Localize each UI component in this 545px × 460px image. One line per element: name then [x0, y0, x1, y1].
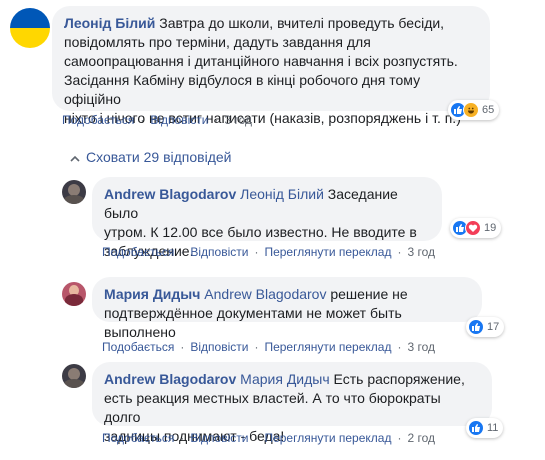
- reply-button[interactable]: Відповісти: [190, 245, 248, 259]
- comment-text-line: повідомлять про терміни, дадуть завдання…: [64, 34, 371, 50]
- reaction-count: 17: [487, 321, 500, 333]
- timestamp[interactable]: 3 год: [224, 113, 252, 127]
- see-translation-button[interactable]: Переглянути переклад: [264, 340, 391, 354]
- reaction-count: 65: [482, 104, 495, 116]
- reaction-summary[interactable]: 19: [450, 218, 502, 238]
- avatar-maria[interactable]: [62, 282, 86, 306]
- avatar-leonid[interactable]: [10, 8, 50, 48]
- reaction-count: 19: [484, 222, 497, 234]
- reply-button[interactable]: Відповісти: [190, 340, 248, 354]
- mention-link[interactable]: Мария Дидыч: [240, 371, 330, 387]
- comment-bubble: Леонід Білий Завтра до школи, вчителі пр…: [52, 6, 490, 126]
- reply-bubble: Andrew Blagodarov Леонід Білий Заседание…: [92, 177, 442, 259]
- see-translation-button[interactable]: Переглянути переклад: [264, 431, 391, 445]
- timestamp[interactable]: 3 год: [407, 340, 435, 354]
- reply-author[interactable]: Мария Дидыч: [104, 286, 200, 302]
- hide-replies-label: Сховати 29 відповідей: [86, 149, 232, 165]
- timestamp[interactable]: 2 год: [407, 431, 435, 445]
- like-icon: [468, 420, 484, 436]
- comment-text-line: Завтра до школи, вчителі проведуть бесід…: [159, 15, 445, 31]
- timestamp[interactable]: 3 год: [407, 245, 435, 259]
- reaction-count: 11: [487, 422, 499, 434]
- reply-text: решение не: [326, 286, 408, 302]
- like-button[interactable]: Подобається: [102, 431, 174, 445]
- mention-link[interactable]: Andrew Blagodarov: [204, 286, 326, 302]
- reply-text-line: подтверждённое документами не может быть…: [104, 305, 402, 340]
- like-button[interactable]: Подобається: [102, 245, 174, 259]
- reaction-summary[interactable]: 65: [448, 100, 500, 120]
- love-icon: [465, 220, 481, 236]
- reply-author[interactable]: Andrew Blagodarov: [104, 371, 236, 387]
- reply-bubble: Andrew Blagodarov Мария Дидыч Есть распо…: [92, 362, 492, 444]
- reply-bubble: Мария Дидыч Andrew Blagodarov решение не…: [92, 277, 482, 340]
- mention-link[interactable]: Леонід Білий: [240, 186, 324, 202]
- comment-actions: Подобається · Відповісти · 3 год: [62, 113, 252, 127]
- reaction-summary[interactable]: 11: [466, 418, 504, 438]
- reply-actions: Подобається · Відповісти · Переглянути перек…: [102, 245, 436, 259]
- comment-author[interactable]: Леонід Білий: [64, 15, 155, 31]
- hide-replies-button[interactable]: Сховати 29 відповідей: [70, 149, 232, 165]
- see-translation-button[interactable]: Переглянути переклад: [264, 245, 391, 259]
- like-button[interactable]: Подобається: [62, 113, 134, 127]
- reaction-summary[interactable]: 17: [466, 317, 505, 337]
- reply-text-line: утром. К 12.00 все было известно. Не вво…: [104, 224, 417, 240]
- haha-icon: [463, 102, 479, 118]
- comment-text-line: самоопрацювання і дитанційного навчання …: [64, 53, 458, 69]
- reply-text-line: есть реакция местных властей. А то что б…: [104, 390, 441, 425]
- chevron-up-icon: [70, 153, 80, 165]
- avatar-andrew[interactable]: [62, 180, 86, 204]
- like-button[interactable]: Подобається: [102, 340, 174, 354]
- like-icon: [468, 319, 484, 335]
- reply-button[interactable]: Відповісти: [190, 431, 248, 445]
- comment-text-line: Засідання Кабміну відбулося в кінці робо…: [64, 72, 421, 107]
- reply-actions: Подобається · Відповісти · Переглянути перек…: [102, 340, 436, 354]
- reply-button[interactable]: Відповісти: [150, 113, 208, 127]
- reply-author[interactable]: Andrew Blagodarov: [104, 186, 236, 202]
- reply-actions: Подобається · Відповісти · Переглянути перек…: [102, 431, 436, 445]
- reply-text: Есть распоряжение,: [329, 371, 465, 387]
- avatar-andrew[interactable]: [62, 364, 86, 388]
